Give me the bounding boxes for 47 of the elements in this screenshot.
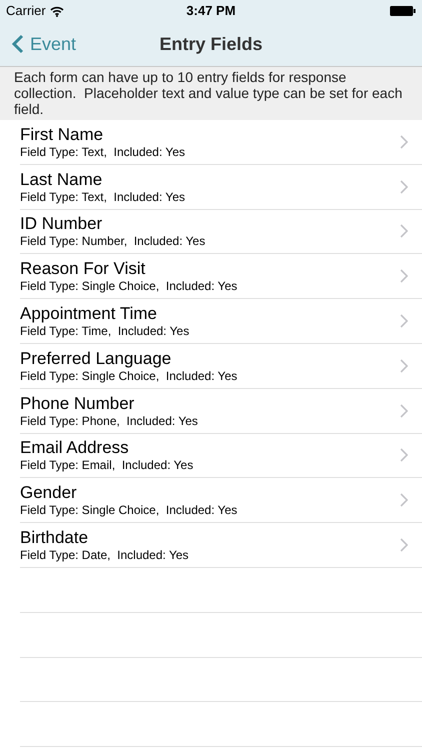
field-name: Reason For Visit: [20, 259, 146, 280]
chevron-right-icon: [400, 269, 408, 284]
field-row[interactable]: Reason For Visit Field Type: Single Choice, Included: Yes: [20, 254, 422, 300]
field-name: ID Number: [20, 214, 102, 234]
chevron-right-icon: [400, 358, 408, 373]
field-name: Birthdate: [20, 528, 88, 548]
field-detail: Field Type: Time, Included: Yes: [20, 324, 190, 338]
info-text: Each form can have up to 10 entry fields for response collection. Placeholder text and value type can be set for each field.: [14, 69, 404, 117]
field-detail: Field Type: Number, Included: Yes: [20, 234, 206, 248]
field-row[interactable]: Appointment Time Field Type: Time, Included: Yes: [20, 299, 422, 344]
field-detail: Field Type: Text, Included: Yes: [20, 144, 185, 159]
field-name: Preferred Language: [20, 348, 172, 369]
field-name: Last Name: [20, 170, 102, 190]
field-name: Gender: [20, 483, 77, 504]
field-detail: Field Type: Phone, Included: Yes: [20, 414, 198, 428]
field-row[interactable]: First Name Field Type: Text, Included: Yes: [20, 120, 422, 165]
chevron-right-icon: [400, 134, 408, 149]
chevron-left-icon: [12, 34, 24, 54]
chevron-right-icon: [400, 538, 408, 552]
wifi-icon: [50, 6, 64, 16]
field-row[interactable]: Preferred Language Field Type: Single Choice, Included: Yes: [20, 344, 422, 389]
field-name: Appointment Time: [20, 304, 158, 324]
chevron-right-icon: [400, 314, 408, 328]
battery-icon: [390, 6, 416, 16]
field-row[interactable]: Phone Number Field Type: Phone, Included: Yes: [20, 388, 422, 434]
field-row[interactable]: ID Number Field Type: Number, Included: Yes: [20, 210, 422, 254]
field-detail: Field Type: Text, Included: Yes: [20, 190, 185, 204]
field-detail: Field Type: Date, Included: Yes: [20, 548, 189, 562]
field-name: Phone Number: [20, 394, 134, 414]
field-detail: Field Type: Single Choice, Included: Yes: [20, 368, 238, 383]
field-detail: Field Type: Email, Included: Yes: [20, 458, 194, 472]
field-row[interactable]: Gender Field Type: Single Choice, Included: Yes: [20, 478, 422, 524]
status-time: 3:47 PM: [186, 2, 236, 20]
field-detail: Field Type: Single Choice, Included: Yes: [20, 279, 238, 294]
chevron-right-icon: [400, 180, 408, 194]
field-name: First Name: [20, 124, 104, 145]
field-row[interactable]: Email Address Field Type: Email, Included: Yes: [20, 434, 422, 478]
field-row[interactable]: Last Name Field Type: Text, Included: Yes: [20, 164, 422, 210]
field-row[interactable]: Birthdate Field Type: Date, Included: Yes: [20, 523, 422, 568]
chevron-right-icon: [400, 224, 408, 238]
chevron-right-icon: [400, 448, 408, 462]
carrier-name: Carrier: [6, 2, 46, 20]
field-detail: Field Type: Single Choice, Included: Yes: [20, 503, 238, 518]
chevron-right-icon: [400, 404, 408, 418]
chevron-right-icon: [400, 493, 408, 508]
field-name: Email Address: [20, 438, 129, 458]
screen-title: Entry Fields: [159, 32, 263, 56]
